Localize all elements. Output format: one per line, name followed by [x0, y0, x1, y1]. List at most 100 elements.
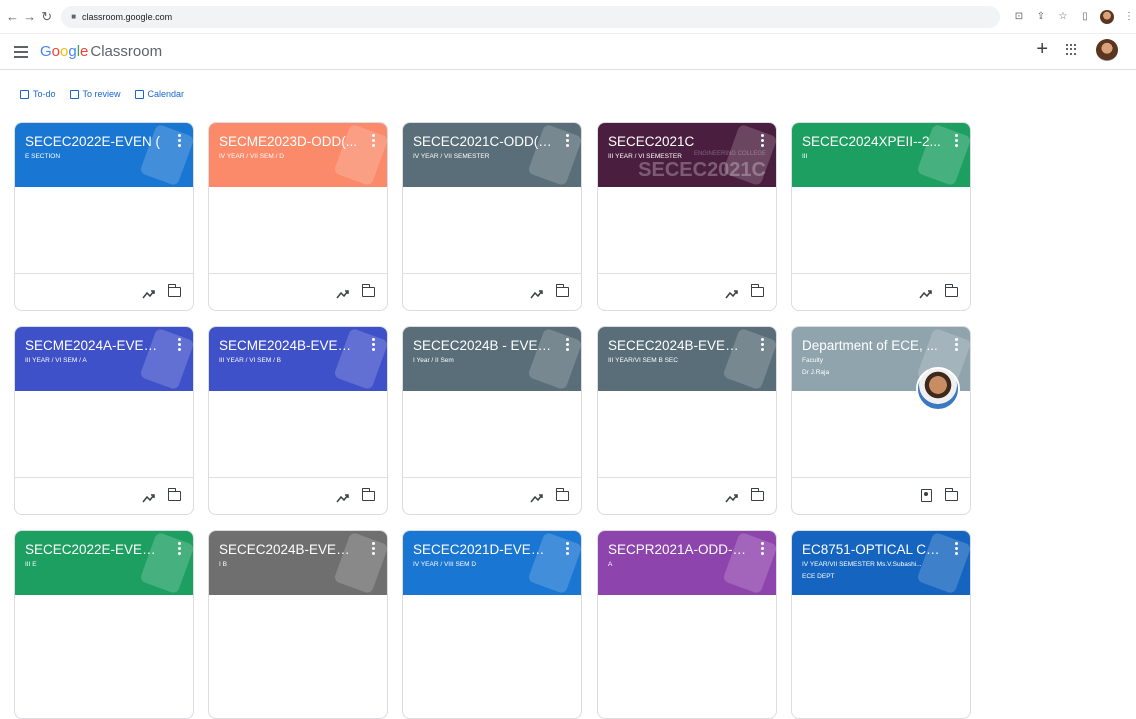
trending-icon[interactable] [530, 490, 543, 503]
class-card[interactable]: SECEC2024XPEII--2... III [791, 122, 971, 311]
more-options-icon[interactable] [372, 134, 375, 147]
more-options-icon[interactable] [955, 542, 958, 555]
to-review-link[interactable]: To review [69, 89, 121, 99]
browser-menu-icon[interactable]: ⋮ [1122, 11, 1136, 22]
profile-avatar-icon[interactable] [1100, 9, 1114, 24]
class-title[interactable]: SECEC2022E-EVEN-... [25, 541, 165, 558]
class-title[interactable]: Department of ECE, ... [802, 337, 942, 354]
class-card[interactable]: SECEC2021C-ODD(2... IV YEAR / VII SEMESTE… [402, 122, 582, 311]
share-icon[interactable]: ⇪ [1034, 11, 1048, 22]
folder-icon[interactable] [750, 284, 764, 297]
class-card[interactable]: SECEC2022E-EVEN-... III E [14, 530, 194, 719]
folder-icon[interactable] [555, 284, 569, 297]
forward-icon[interactable]: → [21, 8, 38, 26]
install-icon[interactable]: ⊡ [1012, 11, 1026, 22]
trending-icon[interactable] [919, 286, 932, 299]
calendar-link[interactable]: Calendar [134, 89, 184, 99]
class-title[interactable]: SECPR2021A-ODD-P... [608, 541, 748, 558]
class-card[interactable]: SECME2023D-ODD(... IV YEAR / VII SEM / D [208, 122, 388, 311]
google-apps-icon[interactable] [1066, 43, 1078, 56]
trending-icon[interactable] [142, 286, 155, 299]
folder-icon[interactable] [750, 488, 764, 501]
class-title[interactable]: SECEC2024B-EVEN(... [608, 337, 748, 354]
class-title[interactable]: SECEC2024XPEII--2... [802, 133, 942, 150]
folder-icon[interactable] [555, 488, 569, 501]
class-card[interactable]: SECEC2022E-EVEN (E SECTION [14, 122, 194, 311]
more-options-icon[interactable] [372, 338, 375, 351]
class-title[interactable]: EC8751-OPTICAL CO... [802, 541, 942, 558]
more-options-icon[interactable] [566, 542, 569, 555]
class-title[interactable]: SECME2024B-EVEN(... [219, 337, 359, 354]
trending-icon[interactable] [530, 286, 543, 299]
google-classroom-logo[interactable]: Google Classroom [40, 43, 162, 60]
class-card-header[interactable]: SECME2023D-ODD(... IV YEAR / VII SEM / D [209, 123, 387, 187]
reload-icon[interactable]: ↻ [38, 8, 55, 26]
class-card[interactable]: SECEC2024B-EVEN-... I B [208, 530, 388, 719]
hamburger-menu-icon[interactable] [14, 45, 28, 58]
class-title[interactable]: SECEC2021C [608, 133, 748, 150]
class-card[interactable]: ENGINEERING COLLEGE SECEC2021C SECEC2021C I… [597, 122, 777, 311]
class-section: III YEAR/VI SEM B SEC [608, 357, 678, 364]
more-options-icon[interactable] [955, 338, 958, 351]
account-avatar[interactable] [1096, 38, 1118, 61]
todo-link[interactable]: To-do [20, 89, 56, 99]
class-card-header[interactable]: SECEC2022E-EVEN-... III E [15, 531, 193, 595]
more-options-icon[interactable] [372, 542, 375, 555]
class-card-header[interactable]: SECEC2022E-EVEN (E SECTION [15, 123, 193, 187]
class-card[interactable]: SECPR2021A-ODD-P... A [597, 530, 777, 719]
trending-icon[interactable] [725, 286, 738, 299]
more-options-icon[interactable] [955, 134, 958, 147]
side-panel-icon[interactable]: ▯ [1078, 11, 1092, 22]
class-title[interactable]: SECEC2021D-EVEN(2... [413, 541, 553, 558]
class-card-header[interactable]: SECME2024A-EVEN(... III YEAR / VI SEM / A [15, 327, 193, 391]
more-options-icon[interactable] [761, 542, 764, 555]
class-card-header[interactable]: SECPR2021A-ODD-P... A [598, 531, 776, 595]
class-title[interactable]: SECME2024A-EVEN(... [25, 337, 165, 354]
trending-icon[interactable] [725, 490, 738, 503]
folder-icon[interactable] [167, 488, 181, 501]
class-card[interactable]: SECEC2024B - EVEN(... I Year / II Sem [402, 326, 582, 515]
class-card-header[interactable]: SECEC2021C-ODD(2... IV YEAR / VII SEMESTE… [403, 123, 581, 187]
class-card-header[interactable]: SECEC2024B-EVEN(... III YEAR/VI SEM B SEC [598, 327, 776, 391]
folder-icon[interactable] [361, 488, 375, 501]
class-section: IV YEAR/VII SEMESTER Ms.V.Subashi... [802, 561, 922, 568]
folder-icon[interactable] [361, 284, 375, 297]
class-card[interactable]: SECEC2024B-EVEN(... III YEAR/VI SEM B SEC [597, 326, 777, 515]
more-options-icon[interactable] [178, 542, 181, 555]
back-icon[interactable]: ← [4, 8, 21, 26]
bookmark-star-icon[interactable]: ☆ [1056, 11, 1070, 22]
trending-icon[interactable] [142, 490, 155, 503]
folder-icon[interactable] [944, 488, 958, 501]
class-title[interactable]: SECEC2024B-EVEN-... [219, 541, 359, 558]
more-options-icon[interactable] [178, 134, 181, 147]
class-card-header[interactable]: SECEC2024B-EVEN-... I B [209, 531, 387, 595]
class-card[interactable]: SECEC2021D-EVEN(2... IV YEAR / VIII SEM D [402, 530, 582, 719]
class-card-header[interactable]: EC8751-OPTICAL CO... IV YEAR/VII SEMESTER… [792, 531, 970, 595]
your-work-icon[interactable] [921, 489, 932, 502]
trending-icon[interactable] [336, 490, 349, 503]
folder-icon[interactable] [167, 284, 181, 297]
class-title[interactable]: SECEC2024B - EVEN(... [413, 337, 553, 354]
class-title[interactable]: SECEC2021C-ODD(2... [413, 133, 553, 150]
class-card-header[interactable]: SECEC2024B - EVEN(... I Year / II Sem [403, 327, 581, 391]
more-options-icon[interactable] [761, 338, 764, 351]
class-card-header[interactable]: SECEC2021D-EVEN(2... IV YEAR / VIII SEM D [403, 531, 581, 595]
class-card[interactable]: SECME2024B-EVEN(... III YEAR / VI SEM / B [208, 326, 388, 515]
create-join-class-button[interactable]: + [1036, 38, 1048, 61]
class-card-header[interactable]: SECEC2024XPEII--2... III [792, 123, 970, 187]
more-options-icon[interactable] [178, 338, 181, 351]
class-card[interactable]: EC8751-OPTICAL CO... IV YEAR/VII SEMESTER… [791, 530, 971, 719]
folder-icon[interactable] [944, 284, 958, 297]
more-options-icon[interactable] [761, 134, 764, 147]
class-card[interactable]: SECME2024A-EVEN(... III YEAR / VI SEM / A [14, 326, 194, 515]
class-card-header[interactable]: SECME2024B-EVEN(... III YEAR / VI SEM / B [209, 327, 387, 391]
address-bar[interactable]: ■ classroom.google.com [61, 5, 1000, 28]
more-options-icon[interactable] [566, 338, 569, 351]
class-title[interactable]: SECEC2022E-EVEN ( [25, 133, 165, 150]
class-section: I B [219, 561, 227, 568]
class-card-header[interactable]: ENGINEERING COLLEGE SECEC2021C SECEC2021C I… [598, 123, 776, 187]
more-options-icon[interactable] [566, 134, 569, 147]
class-card[interactable]: Department of ECE, ... Faculty Dr J.Raja [791, 326, 971, 515]
trending-icon[interactable] [336, 286, 349, 299]
class-title[interactable]: SECME2023D-ODD(... [219, 133, 359, 150]
